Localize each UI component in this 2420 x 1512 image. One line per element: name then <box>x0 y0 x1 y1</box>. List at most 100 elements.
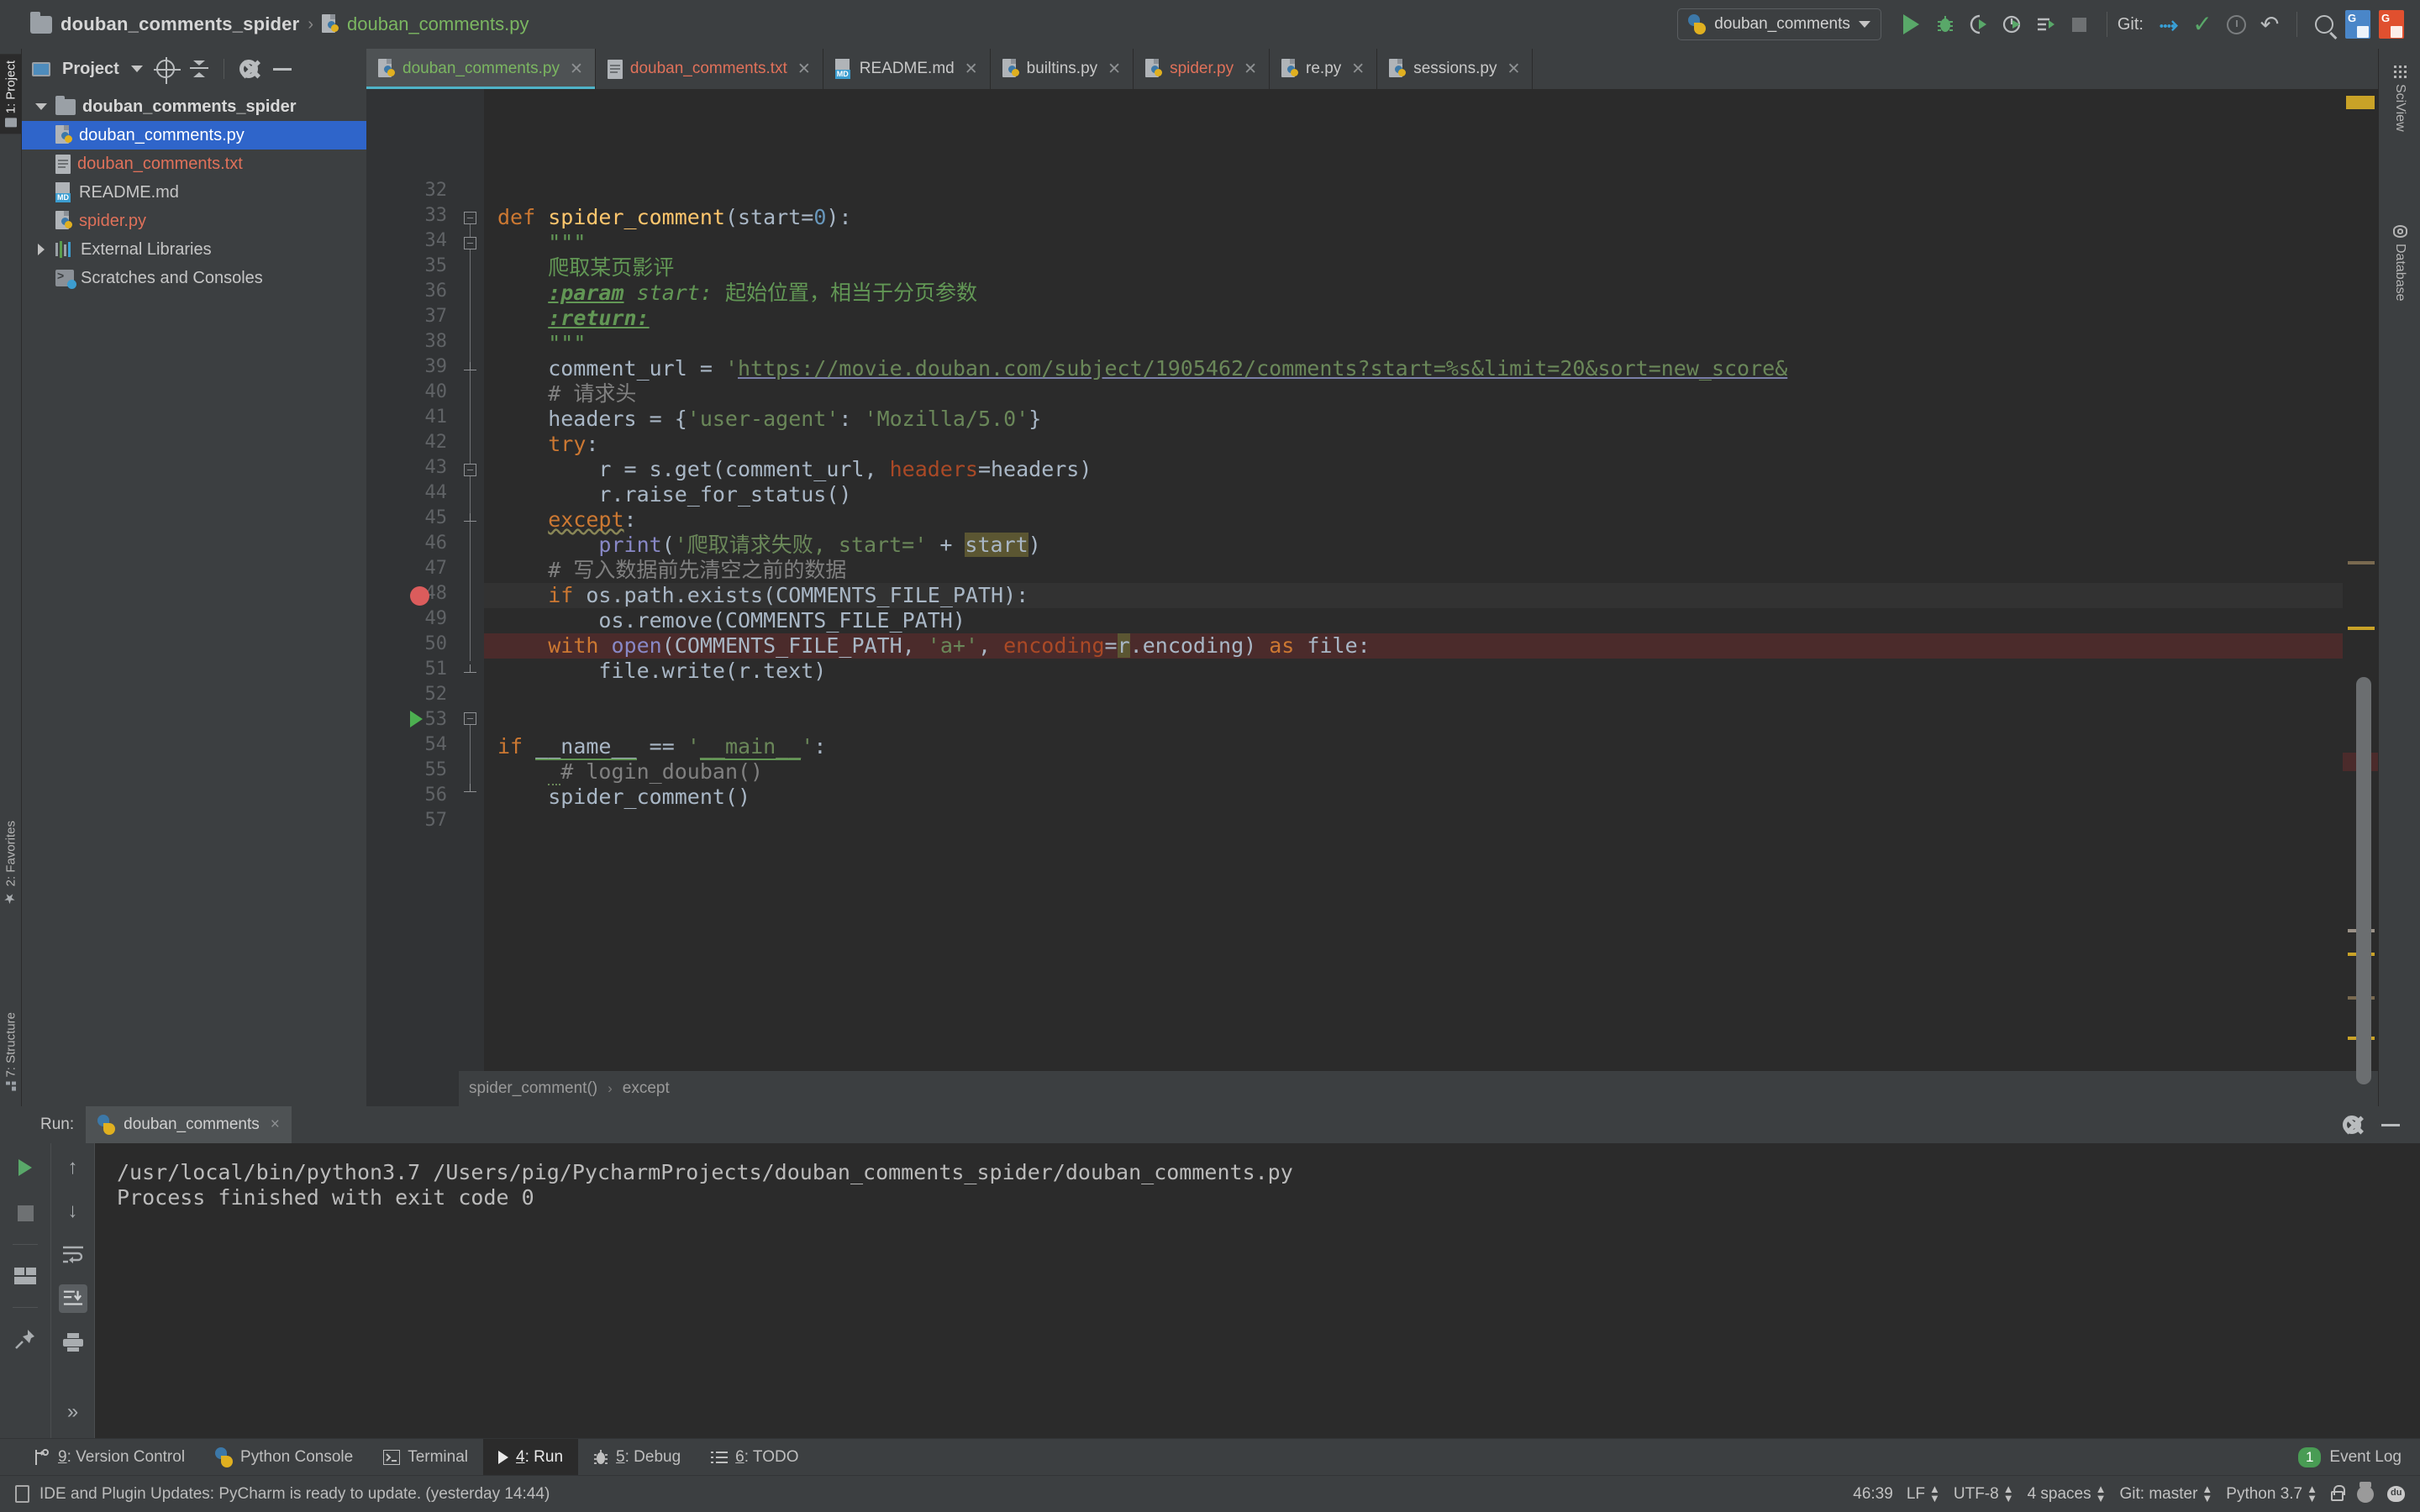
print-button[interactable] <box>59 1328 87 1357</box>
run-with-coverage-button[interactable] <box>1962 8 1996 41</box>
status-message[interactable]: IDE and Plugin Updates: PyCharm is ready… <box>39 1485 550 1504</box>
tool-window-python-console[interactable]: Python Console <box>200 1439 368 1476</box>
up-button[interactable]: ↑ <box>59 1153 87 1182</box>
close-icon[interactable]: ✕ <box>965 60 978 79</box>
caret-position[interactable]: 46:39 <box>1853 1485 1893 1504</box>
tab-sessions-py[interactable]: sessions.py ✕ <box>1377 49 1534 89</box>
marker-info[interactable] <box>2348 561 2375 564</box>
tool-window-todo[interactable]: 6: TODO <box>696 1439 813 1476</box>
rerun-button[interactable] <box>11 1153 39 1182</box>
run-tests-button[interactable] <box>2029 8 2063 41</box>
sidebar-item-project[interactable]: 1: Project <box>0 54 22 134</box>
run-settings-button[interactable] <box>2341 1114 2363 1136</box>
tree-row-scratches[interactable]: Scratches and Consoles <box>22 264 366 292</box>
tool-window-version-control[interactable]: 9: Version Control <box>18 1439 200 1476</box>
fold-marker[interactable]: – <box>464 712 476 725</box>
more-button[interactable]: » <box>59 1398 87 1426</box>
rollback-button[interactable]: ↶ <box>2253 8 2286 41</box>
expand-arrow[interactable] <box>34 244 49 255</box>
paw-icon[interactable] <box>2387 1486 2405 1502</box>
profile-button[interactable] <box>1996 8 2029 41</box>
stop-button[interactable] <box>11 1199 39 1227</box>
file-encoding[interactable]: UTF-8 ▲ ▼ <box>1954 1483 2014 1504</box>
locate-file-button[interactable] <box>153 57 181 84</box>
stop-button[interactable] <box>2063 8 2096 41</box>
layout-button[interactable] <box>11 1262 39 1290</box>
line-separator[interactable]: LF ▲ ▼ <box>1907 1483 1940 1504</box>
run-tab-douban-comments[interactable]: douban_comments × <box>86 1106 292 1143</box>
marker-warning[interactable] <box>2348 627 2375 630</box>
fold-end-marker[interactable] <box>464 362 476 370</box>
tree-row-readme-md[interactable]: MD README.md <box>22 178 366 207</box>
tree-row-project-root[interactable]: douban_comments_spider <box>22 92 366 121</box>
breadcrumb-project[interactable]: douban_comments_spider <box>60 13 299 35</box>
lock-icon[interactable] <box>2331 1485 2345 1501</box>
tree-row-douban-comments-py[interactable]: douban_comments.py <box>22 121 366 150</box>
hide-panel-button[interactable] <box>271 58 293 80</box>
marker-warning[interactable] <box>2346 96 2375 109</box>
sidebar-item-database[interactable]: Database <box>2379 217 2420 310</box>
translate-red-button[interactable]: G <box>2375 8 2408 41</box>
close-icon[interactable]: ✕ <box>570 60 583 79</box>
console-output[interactable]: /usr/local/bin/python3.7 /Users/pig/Pych… <box>94 1143 2420 1438</box>
fold-end-marker[interactable] <box>464 784 476 792</box>
collapse-all-button[interactable] <box>188 58 210 80</box>
event-log-label[interactable]: Event Log <box>2329 1448 2402 1467</box>
fold-end-marker[interactable] <box>464 664 476 673</box>
tab-spider-py[interactable]: spider.py ✕ <box>1134 49 1270 89</box>
tree-row-douban-comments-txt[interactable]: douban_comments.txt <box>22 150 366 178</box>
tab-douban-comments-py[interactable]: douban_comments.py ✕ <box>366 49 596 89</box>
run-gutter-marker[interactable] <box>410 711 423 727</box>
event-log-area[interactable]: 1 Event Log <box>2297 1446 2420 1467</box>
code-folding-column[interactable]: – – – – <box>459 89 484 1071</box>
git-branch[interactable]: Git: master ▲ ▼ <box>2120 1483 2213 1504</box>
indent-setting[interactable]: 4 spaces ▲ ▼ <box>2028 1483 2107 1504</box>
pin-button[interactable] <box>11 1325 39 1353</box>
editor-gutter[interactable]: 32 33 34 35 36 37 38 39 40 41 42 43 44 4… <box>366 89 459 1071</box>
close-icon[interactable]: ✕ <box>1351 60 1365 79</box>
sidebar-item-sciview[interactable]: SciView <box>2379 57 2420 140</box>
tree-row-spider-py[interactable]: spider.py <box>22 207 366 235</box>
search-everywhere-button[interactable] <box>2307 8 2341 41</box>
breadcrumb-file[interactable]: douban_comments.py <box>347 13 529 35</box>
tree-row-external-libraries[interactable]: External Libraries <box>22 235 366 264</box>
update-project-button[interactable]: ⤑ <box>2152 8 2186 41</box>
run-button[interactable] <box>1895 8 1928 41</box>
tab-douban-comments-txt[interactable]: douban_comments.txt ✕ <box>596 49 823 89</box>
hector-icon[interactable] <box>2357 1481 2374 1503</box>
notification-icon[interactable] <box>15 1485 29 1503</box>
breadcrumb-function[interactable]: spider_comment() <box>469 1079 597 1098</box>
breakpoint-marker[interactable] <box>410 586 429 606</box>
breadcrumb-block[interactable]: except <box>623 1079 670 1098</box>
down-button[interactable]: ↓ <box>59 1197 87 1226</box>
fold-marker[interactable]: – <box>464 212 476 224</box>
run-hide-button[interactable] <box>2380 1114 2402 1136</box>
close-icon[interactable]: × <box>271 1116 280 1134</box>
run-configuration-selector[interactable]: douban_comments <box>1677 8 1881 40</box>
close-icon[interactable]: ✕ <box>797 60 811 79</box>
tool-window-debug[interactable]: 5: Debug <box>578 1439 696 1476</box>
history-button[interactable] <box>2219 8 2253 41</box>
python-interpreter[interactable]: Python 3.7 ▲ ▼ <box>2226 1483 2317 1504</box>
project-tree[interactable]: douban_comments_spider douban_comments.p… <box>22 89 366 1106</box>
tab-builtins-py[interactable]: builtins.py ✕ <box>991 49 1134 89</box>
chevron-down-icon[interactable] <box>130 66 143 72</box>
fold-marker[interactable]: – <box>464 464 476 476</box>
commit-button[interactable]: ✓ <box>2186 8 2219 41</box>
vertical-scrollbar-thumb[interactable] <box>2356 677 2371 1084</box>
fold-marker[interactable]: – <box>464 237 476 249</box>
debug-button[interactable] <box>1928 8 1962 41</box>
tool-window-terminal[interactable]: Terminal <box>368 1439 483 1476</box>
close-icon[interactable]: ✕ <box>1107 60 1121 79</box>
tool-window-run[interactable]: 4: Run <box>483 1438 579 1476</box>
fold-end-marker[interactable] <box>464 513 476 522</box>
translate-blue-button[interactable]: G <box>2341 8 2375 41</box>
project-settings-button[interactable] <box>238 58 260 80</box>
editor-marker-scrollbar[interactable] <box>2343 89 2378 1084</box>
tab-readme-md[interactable]: MD README.md ✕ <box>823 49 991 89</box>
soft-wrap-button[interactable] <box>59 1241 87 1269</box>
expand-arrow[interactable] <box>34 103 49 110</box>
sidebar-item-structure[interactable]: 7: Structure <box>0 1005 22 1098</box>
code-text[interactable]: def spider_comment(start=0): """ 爬取某页影评 … <box>484 89 2343 1071</box>
sidebar-item-favorites[interactable]: ★ 2: Favorites <box>0 814 22 913</box>
